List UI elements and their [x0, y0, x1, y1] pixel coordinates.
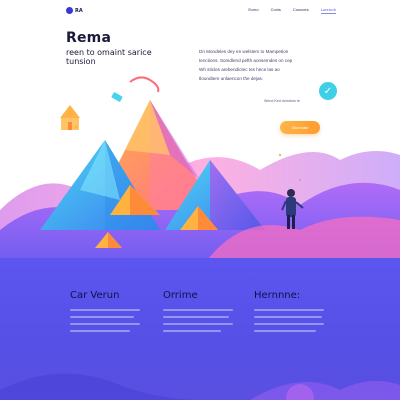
kite-icon	[129, 76, 160, 93]
feature-text-line	[163, 323, 233, 325]
logo-text: RA	[75, 7, 83, 14]
features-section: Car Verun Orrime Hernnne:	[0, 258, 400, 400]
landing-page: RA Ecmo Conis Conoces Lonncoh Rema reen …	[0, 0, 400, 400]
feature-text-line	[254, 309, 324, 311]
floating-house-icon	[60, 105, 80, 118]
nav-link-2[interactable]: Conis	[271, 7, 281, 14]
hero-subtitle: reen to omaint sarice tunsion	[66, 48, 186, 66]
feature-text-line	[163, 330, 221, 332]
nav-link-1[interactable]: Ecmo	[248, 7, 258, 14]
hero-description-line: Wh sticles arebendictec tes hece las ao	[199, 67, 280, 72]
hero-title: Rema	[66, 30, 112, 46]
feature-title: Car Verun	[70, 290, 120, 301]
hero-description-line: Dn Mondeles dey en welstem to Mampetion	[199, 49, 289, 54]
feature-text-line	[163, 316, 229, 318]
feature-text-line	[254, 330, 316, 332]
nav-link-3[interactable]: Conoces	[293, 7, 309, 14]
cta-button[interactable]: Glkcrnoise	[280, 121, 320, 134]
hero-subtitle-line2: tunsion	[66, 57, 96, 66]
feature-text-line	[254, 316, 322, 318]
check-icon[interactable]: ✓	[319, 82, 337, 100]
feature-text-line	[70, 330, 130, 332]
hero-subtitle-line1: reen to omaint sarice	[66, 48, 152, 57]
hero-description: Dn Mondeles dey en welstem to Mampetion …	[199, 47, 319, 83]
bottom-waves	[0, 373, 400, 400]
hero-caption: Wend Ked dorrsfors te	[264, 99, 300, 103]
nav-links: Ecmo Conis Conoces Lonncoh	[248, 7, 336, 14]
feature-title: Orrime	[163, 290, 198, 301]
feature-text-line	[70, 309, 140, 311]
feature-2: Orrime	[163, 290, 245, 337]
nav-link-4[interactable]: Lonncoh	[320, 7, 336, 14]
feature-text-line	[70, 316, 134, 318]
feature-text-line	[254, 323, 324, 325]
feature-3: Hernnne:	[254, 290, 336, 337]
floating-card-icon	[111, 92, 123, 102]
top-nav: RA Ecmo Conis Conoces Lonncoh	[0, 0, 400, 22]
feature-1: Car Verun	[70, 290, 152, 337]
logo[interactable]: RA	[66, 7, 83, 14]
hero-description-line: tenctions. Somdlend pefth aonsemdes on c…	[199, 58, 293, 63]
hero-description-line: tloundtere unlaencon the dejas.	[199, 76, 264, 81]
logo-mark-icon	[66, 7, 73, 14]
hero-illustration	[0, 76, 400, 270]
feature-text-line	[70, 323, 140, 325]
feature-title: Hernnne:	[254, 290, 301, 301]
feature-text-line	[163, 309, 233, 311]
